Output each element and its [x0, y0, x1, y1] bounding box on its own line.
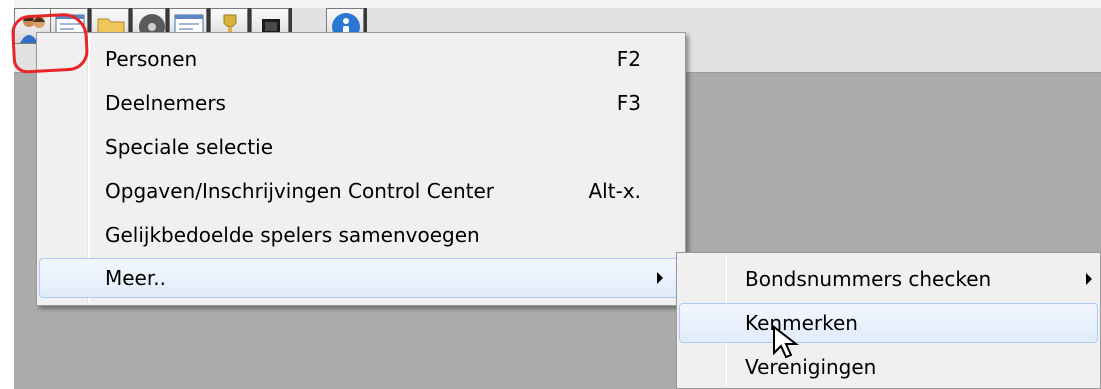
menu-item-control-center[interactable]: Opgaven/Inschrijvingen Control Center Al… [39, 171, 683, 211]
menu-item-label: Gelijkbedoelde spelers samenvoegen [105, 223, 480, 247]
menu-item-personen[interactable]: Personen F2 [39, 39, 683, 79]
menu-item-verenigingen[interactable]: Verenigingen [679, 347, 1098, 387]
menu-item-label: Personen [105, 47, 198, 71]
menu-item-label: Verenigingen [745, 355, 877, 379]
menu-item-speciale-selectie[interactable]: Speciale selectie [39, 127, 683, 167]
menu-item-deelnemers[interactable]: Deelnemers F3 [39, 83, 683, 123]
menu-item-kenmerken[interactable]: Kenmerken [679, 303, 1098, 343]
mouse-pointer-icon [773, 325, 799, 359]
annotation-circle [10, 12, 90, 74]
menu-item-spelers-samenvoegen[interactable]: Gelijkbedoelde spelers samenvoegen [39, 215, 683, 255]
submenu-arrow-icon [657, 272, 663, 284]
submenu-arrow-icon [1086, 273, 1092, 285]
menu-item-label: Deelnemers [105, 91, 226, 115]
meer-submenu: Bondsnummers checken Kenmerken Verenigin… [676, 252, 1101, 389]
menu-item-shortcut: F2 [616, 47, 641, 71]
menu-item-label: Meer.. [105, 266, 166, 290]
menu-item-bondsnummers-checken[interactable]: Bondsnummers checken [679, 259, 1098, 299]
menu-item-label: Bondsnummers checken [745, 267, 992, 291]
menu-item-label: Opgaven/Inschrijvingen Control Center [105, 179, 495, 203]
menu-item-shortcut: Alt-x. [588, 179, 642, 203]
menu-item-label: Speciale selectie [105, 135, 274, 159]
menu-item-shortcut: F3 [616, 91, 641, 115]
menu-item-meer[interactable]: Meer.. [39, 258, 683, 298]
persons-menu: Personen F2 Deelnemers F3 Speciale selec… [36, 32, 686, 306]
window-top-edge [0, 0, 1101, 8]
